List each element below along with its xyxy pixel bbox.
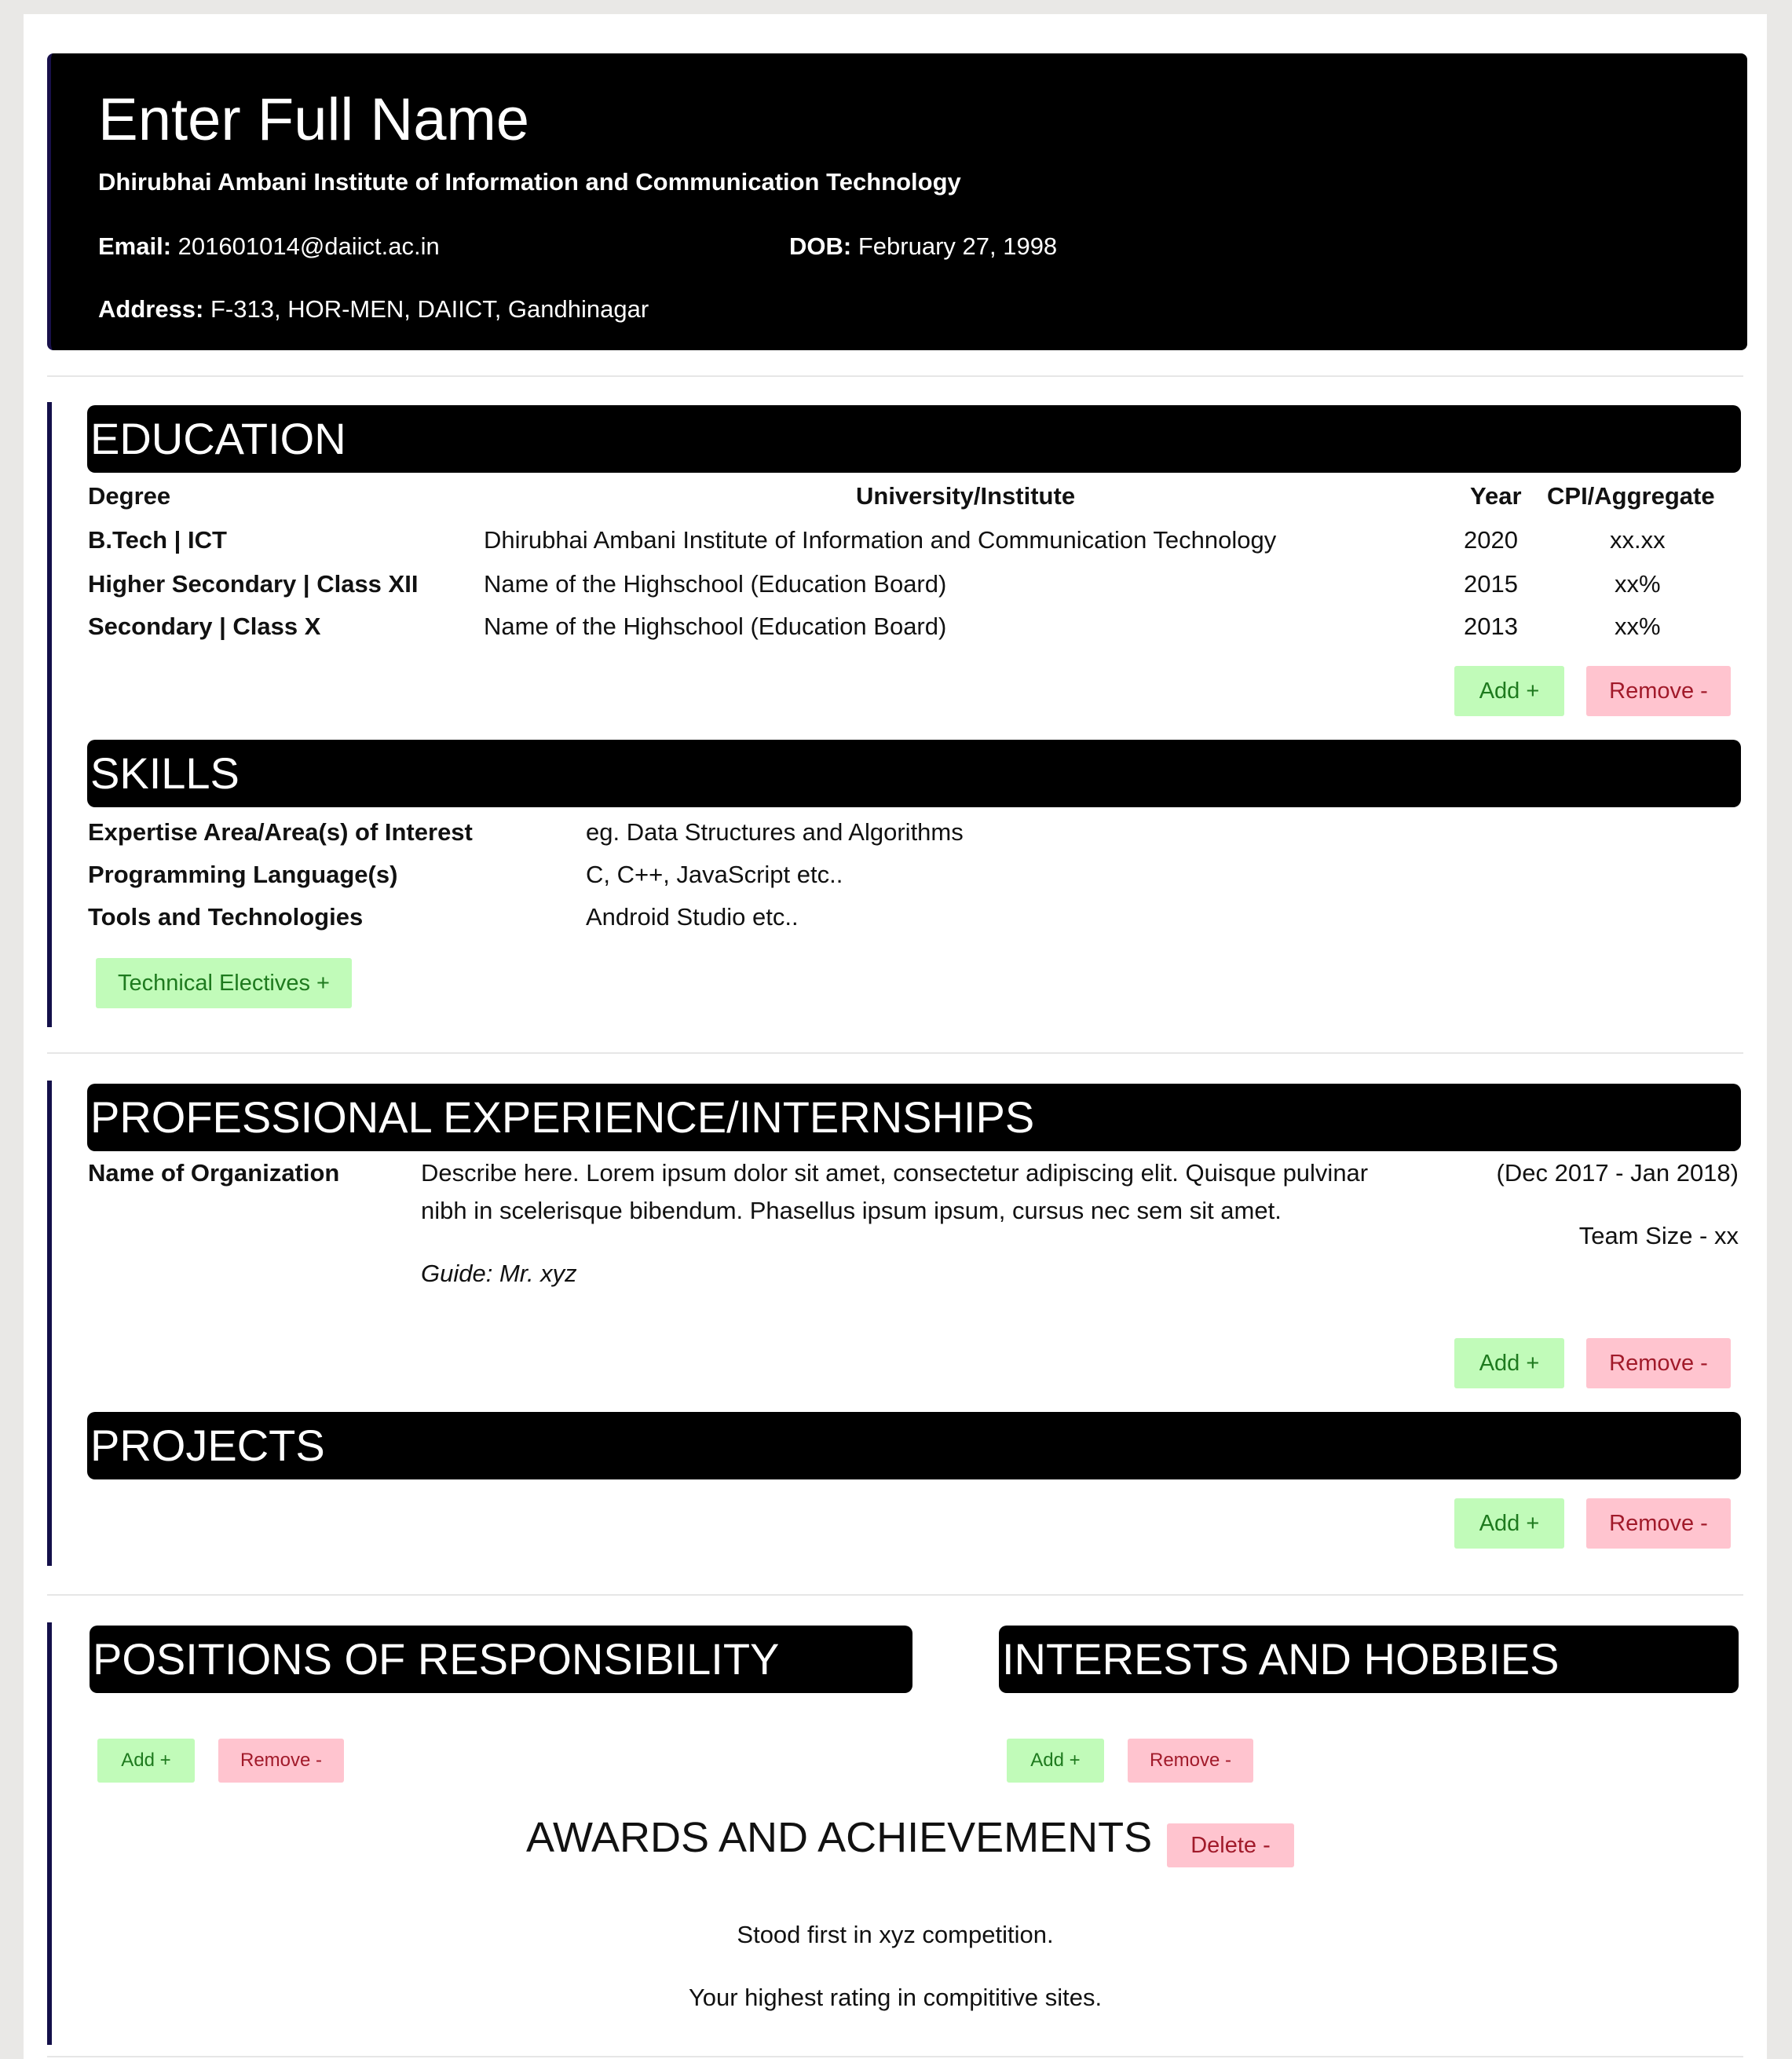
skills-heading: SKILLS xyxy=(87,740,1741,807)
email-row: Email: 201601014@daiict.ac.in xyxy=(98,232,440,261)
section-accent-bar xyxy=(47,1081,52,1566)
awards-heading: AWARDS AND ACHIEVEMENTS xyxy=(526,1814,1153,1861)
education-heading: EDUCATION xyxy=(87,405,1741,473)
skill-value[interactable]: eg. Data Structures and Algorithms xyxy=(586,818,964,847)
education-institute[interactable]: Dhirubhai Ambani Institute of Informatio… xyxy=(484,526,1276,554)
projects-add-button[interactable]: Add + xyxy=(1454,1498,1564,1549)
skill-value[interactable]: C, C++, JavaScript etc.. xyxy=(586,861,843,889)
divider xyxy=(47,1594,1743,1596)
projects-remove-button[interactable]: Remove - xyxy=(1586,1498,1731,1549)
experience-description[interactable]: nibh in scelerisque bibendum. Phasellus … xyxy=(421,1197,1282,1225)
education-degree[interactable]: Secondary | Class X xyxy=(88,613,320,641)
section-accent-bar xyxy=(47,1622,52,2045)
award-item[interactable]: Stood first in xyz competition. xyxy=(24,1921,1767,1949)
awards-delete-button[interactable]: Delete - xyxy=(1167,1823,1294,1867)
divider xyxy=(47,2056,1743,2057)
interests-add-button[interactable]: Add + xyxy=(1007,1739,1104,1783)
email-value[interactable]: 201601014@daiict.ac.in xyxy=(178,232,440,260)
skill-label: Tools and Technologies xyxy=(88,903,364,931)
education-degree[interactable]: B.Tech | ICT xyxy=(88,526,227,554)
experience-dates[interactable]: (Dec 2017 - Jan 2018) xyxy=(1497,1159,1739,1187)
education-year[interactable]: 2013 xyxy=(1464,613,1518,641)
education-score[interactable]: xx.xx xyxy=(1610,526,1666,554)
address-row: Address: F-313, HOR-MEN, DAIICT, Gandhin… xyxy=(98,295,649,324)
education-col-score: CPI/Aggregate xyxy=(1547,482,1715,510)
experience-guide[interactable]: Guide: Mr. xyz xyxy=(421,1260,577,1288)
education-col-year: Year xyxy=(1470,482,1522,510)
interests-remove-button[interactable]: Remove - xyxy=(1128,1739,1253,1783)
experience-add-button[interactable]: Add + xyxy=(1454,1338,1564,1388)
skill-label: Programming Language(s) xyxy=(88,861,398,888)
education-remove-button[interactable]: Remove - xyxy=(1586,666,1731,716)
dob-row: DOB: February 27, 1998 xyxy=(789,232,1057,261)
projects-heading: PROJECTS xyxy=(87,1412,1741,1479)
education-col-degree: Degree xyxy=(88,482,171,510)
positions-heading: POSITIONS OF RESPONSIBILITY xyxy=(90,1626,912,1693)
education-score[interactable]: xx% xyxy=(1615,570,1661,598)
skill-label: Expertise Area/Area(s) of Interest xyxy=(88,818,473,846)
education-year[interactable]: 2020 xyxy=(1464,526,1518,554)
team-size[interactable]: Team Size - xx xyxy=(1579,1222,1739,1250)
address-value[interactable]: F-313, HOR-MEN, DAIICT, Gandhinagar xyxy=(210,295,649,323)
divider xyxy=(47,1052,1743,1054)
section-accent-bar xyxy=(47,402,52,1027)
experience-heading: PROFESSIONAL EXPERIENCE/INTERNSHIPS xyxy=(87,1084,1741,1151)
experience-description[interactable]: Describe here. Lorem ipsum dolor sit ame… xyxy=(421,1159,1368,1187)
positions-remove-button[interactable]: Remove - xyxy=(218,1739,344,1783)
education-institute[interactable]: Name of the Highschool (Education Board) xyxy=(484,570,946,598)
education-degree[interactable]: Higher Secondary | Class XII xyxy=(88,570,418,598)
resume-page: Enter Full Name Dhirubhai Ambani Institu… xyxy=(24,14,1767,2059)
email-label: Email: xyxy=(98,232,172,260)
resume-header: Enter Full Name Dhirubhai Ambani Institu… xyxy=(47,53,1747,350)
dob-label: DOB: xyxy=(789,232,852,260)
education-add-button[interactable]: Add + xyxy=(1454,666,1564,716)
dob-value[interactable]: February 27, 1998 xyxy=(858,232,1057,260)
organization-name[interactable]: Name of Organization xyxy=(88,1159,339,1187)
divider xyxy=(47,375,1743,377)
technical-electives-button[interactable]: Technical Electives + xyxy=(96,958,352,1008)
experience-remove-button[interactable]: Remove - xyxy=(1586,1338,1731,1388)
positions-add-button[interactable]: Add + xyxy=(97,1739,195,1783)
education-year[interactable]: 2015 xyxy=(1464,570,1518,598)
institute-name[interactable]: Dhirubhai Ambani Institute of Informatio… xyxy=(98,168,961,196)
address-label: Address: xyxy=(98,295,204,323)
education-institute[interactable]: Name of the Highschool (Education Board) xyxy=(484,613,946,641)
education-col-institute: University/Institute xyxy=(856,482,1076,510)
education-score[interactable]: xx% xyxy=(1615,613,1661,641)
skill-value[interactable]: Android Studio etc.. xyxy=(586,903,799,931)
award-item[interactable]: Your highest rating in compititive sites… xyxy=(24,1984,1767,2012)
full-name[interactable]: Enter Full Name xyxy=(98,85,529,155)
interests-heading: INTERESTS AND HOBBIES xyxy=(999,1626,1739,1693)
